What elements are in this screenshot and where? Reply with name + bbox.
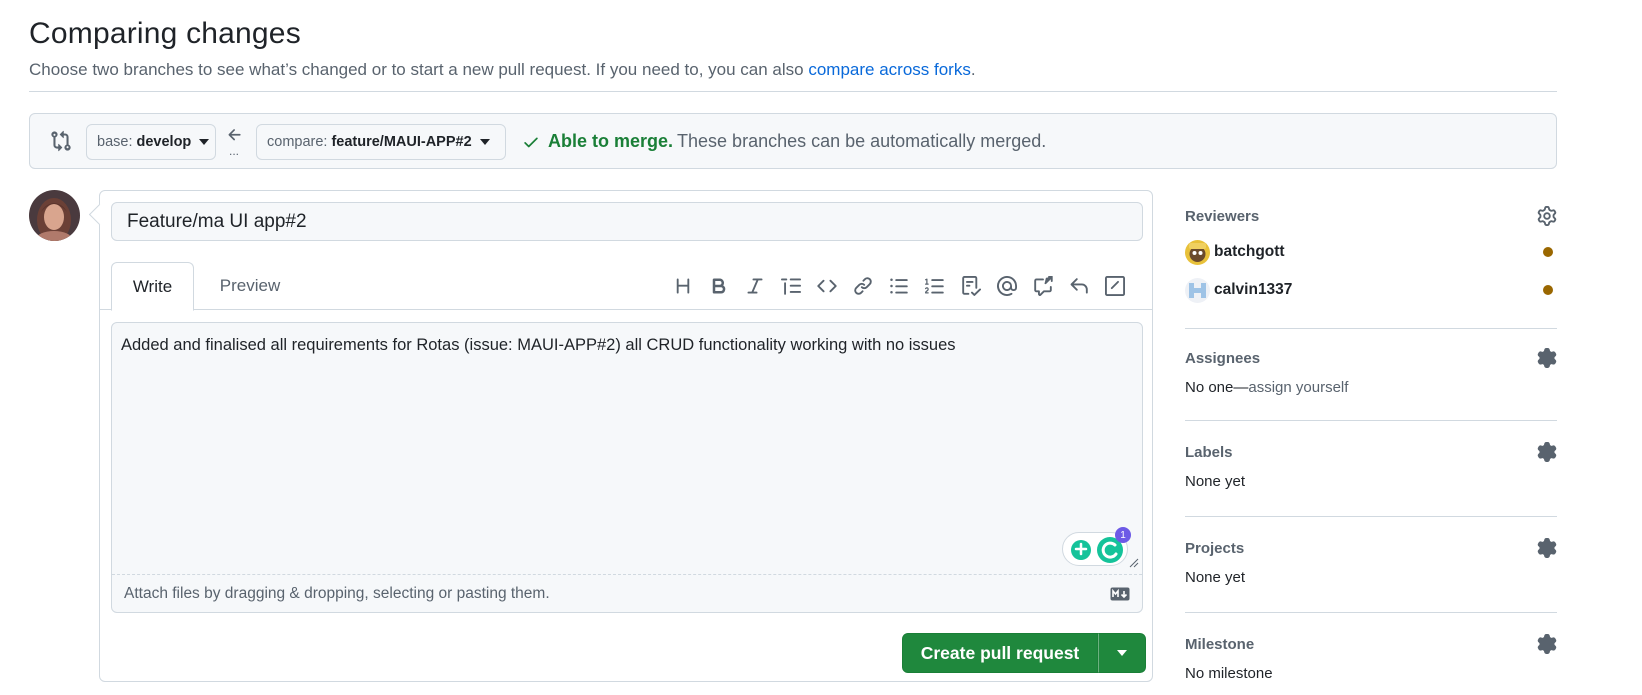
quote-icon[interactable] — [773, 272, 809, 300]
mention-icon[interactable] — [989, 272, 1025, 300]
pr-body-text[interactable]: Added and finalised all requirements for… — [121, 336, 956, 355]
gear-icon[interactable] — [1537, 348, 1557, 368]
gear-icon[interactable] — [1537, 442, 1557, 462]
caret-down-icon — [199, 139, 210, 145]
projects-section: Projects None yet — [1185, 517, 1557, 613]
markdown-icon[interactable] — [1110, 587, 1130, 601]
ordered-list-icon[interactable] — [917, 272, 953, 300]
merge-ok-label: Able to merge. — [548, 131, 674, 151]
tab-preview[interactable]: Preview — [200, 262, 300, 310]
pending-review-dot — [1543, 247, 1553, 257]
labels-value: None yet — [1185, 473, 1246, 490]
compare-bar: base: develop ... compare: feature/MAUI-AP… — [29, 113, 1557, 169]
reply-icon[interactable] — [1061, 272, 1097, 300]
attach-files-text: Attach files by dragging & dropping, sel… — [124, 584, 550, 602]
git-compare-icon — [51, 130, 71, 152]
compare-branch-name: feature/MAUI-APP#2 — [331, 134, 472, 150]
grammarly-badge: 1 — [1115, 527, 1131, 543]
gear-icon[interactable] — [1537, 634, 1557, 654]
header-divider — [29, 91, 1557, 92]
unordered-list-icon[interactable] — [881, 272, 917, 300]
pr-body-textarea[interactable]: Added and finalised all requirements for… — [111, 322, 1143, 613]
lightbulb-icon[interactable] — [1071, 540, 1091, 560]
assignees-value: No one—assign yourself — [1185, 379, 1557, 396]
subtitle-text: Choose two branches to see what’s change… — [29, 60, 804, 79]
reviewer-item[interactable]: batchgott — [1185, 233, 1557, 271]
gear-icon[interactable] — [1537, 538, 1557, 558]
assignees-heading[interactable]: Assignees — [1185, 347, 1557, 369]
page-subtitle: Choose two branches to see what’s change… — [29, 58, 1557, 82]
base-branch-name: develop — [136, 134, 192, 150]
heading-icon[interactable] — [665, 272, 701, 300]
reviewers-list: batchgott calvin1337 — [1185, 233, 1557, 309]
arrow-left-icon — [228, 129, 241, 141]
link-icon[interactable] — [845, 272, 881, 300]
gear-icon[interactable] — [1537, 206, 1557, 226]
reviewer-name: calvin1337 — [1214, 281, 1293, 298]
merge-status: Able to merge. These branches can be aut… — [522, 131, 1046, 152]
page-header: Comparing changes Choose two branches to… — [29, 14, 1557, 82]
user-avatar[interactable] — [29, 190, 80, 241]
projects-heading[interactable]: Projects — [1185, 537, 1557, 559]
reviewer-avatar — [1185, 239, 1210, 265]
reviewers-heading[interactable]: Reviewers — [1185, 205, 1557, 227]
bold-icon[interactable] — [701, 272, 737, 300]
reviewer-name: batchgott — [1214, 243, 1285, 260]
milestone-label: Milestone — [1185, 635, 1255, 653]
assignees-none: No one— — [1185, 379, 1249, 396]
milestone-heading[interactable]: Milestone — [1185, 633, 1557, 655]
reviewer-avatar — [1185, 277, 1210, 303]
markdown-toolbar — [665, 272, 1133, 300]
cross-reference-icon[interactable] — [1025, 272, 1061, 300]
page-title: Comparing changes — [29, 17, 301, 50]
caret-down-icon — [479, 139, 490, 145]
caret-down-icon — [1117, 650, 1127, 656]
subtitle-end: . — [970, 60, 976, 79]
compare-branch-selector[interactable]: compare: feature/MAUI-APP#2 — [256, 124, 506, 160]
merge-status-text: These branches can be automatically merg… — [677, 131, 1047, 151]
task-list-icon[interactable] — [953, 272, 989, 300]
italic-icon[interactable] — [737, 272, 773, 300]
reviewers-label: Reviewers — [1185, 207, 1260, 225]
projects-label: Projects — [1185, 539, 1245, 557]
compare-prefix: compare: — [267, 134, 328, 150]
tab-write[interactable]: Write — [111, 262, 194, 311]
pull-request-form: Write Preview — [99, 190, 1153, 682]
assignees-section: Assignees No one—assign yourself — [1185, 329, 1557, 421]
code-icon[interactable] — [809, 272, 845, 300]
reviewer-item[interactable]: calvin1337 — [1185, 271, 1557, 309]
base-branch-selector[interactable]: base: develop — [86, 124, 216, 160]
reviewers-section: Reviewers batchgott calvin1337 — [1185, 205, 1557, 329]
pending-review-dot — [1543, 285, 1553, 295]
check-icon — [524, 137, 538, 147]
labels-label: Labels — [1185, 443, 1233, 461]
assignees-label: Assignees — [1185, 349, 1261, 367]
create-pull-request-button[interactable]: Create pull request — [902, 633, 1098, 673]
grammarly-widget[interactable]: 1 — [1062, 527, 1131, 566]
projects-value: None yet — [1185, 569, 1246, 586]
slash-commands-icon[interactable] — [1097, 272, 1133, 300]
editor-tab-bar: Write Preview — [100, 262, 1152, 311]
labels-heading[interactable]: Labels — [1185, 441, 1557, 463]
file-attachment-bar[interactable]: Attach files by dragging & dropping, sel… — [112, 574, 1142, 612]
compare-across-forks-link[interactable]: compare across forks — [808, 60, 971, 79]
resize-grip-icon[interactable] — [1129, 558, 1139, 568]
base-prefix: base: — [97, 134, 133, 150]
assign-yourself-link[interactable]: assign yourself — [1248, 379, 1348, 396]
pr-title-input[interactable] — [111, 202, 1143, 241]
create-pr-button-group: Create pull request — [902, 633, 1146, 673]
milestone-section: Milestone No milestone — [1185, 613, 1557, 693]
compare-dots: ... — [229, 144, 240, 158]
milestone-value: No milestone — [1185, 665, 1273, 682]
create-pr-options-button[interactable] — [1098, 633, 1146, 673]
pr-sidebar: Reviewers batchgott calvin1337 Assignees — [1185, 205, 1557, 693]
labels-section: Labels None yet — [1185, 421, 1557, 517]
